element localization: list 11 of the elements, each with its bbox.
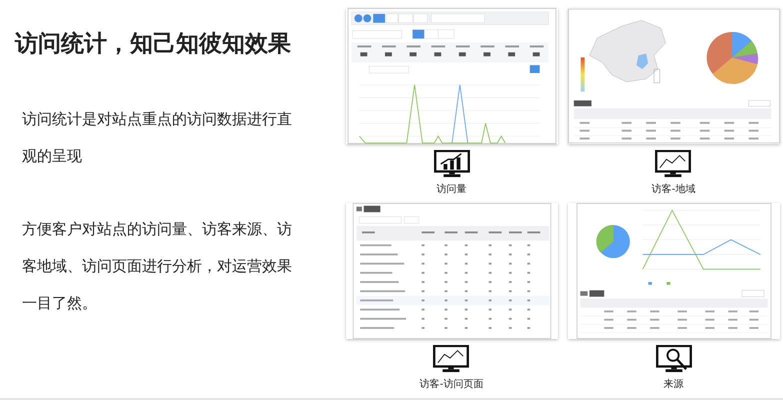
monitor-line-chart-icon: [654, 150, 692, 178]
feature-caption: 访客-访问页面: [420, 378, 484, 391]
monitor-search-icon: [654, 345, 692, 373]
description-paragraph: 访问统计是对站点重点的访问数据进行直观的呈现: [22, 109, 293, 167]
feature-caption: 访问量: [436, 182, 466, 196]
page-title: 访问统计，知己知彼知效果: [15, 30, 292, 59]
feature-caption: 访客-地域: [652, 182, 696, 196]
feature-caption: 来源: [664, 378, 684, 391]
description-paragraph: 方便客户对站点的访问量、访客来源、访客地域、访问页面进行分析，对运营效果一目了然。: [22, 219, 293, 314]
monitor-bar-chart-icon: [432, 150, 470, 178]
monitor-line-chart-icon: [432, 345, 470, 373]
